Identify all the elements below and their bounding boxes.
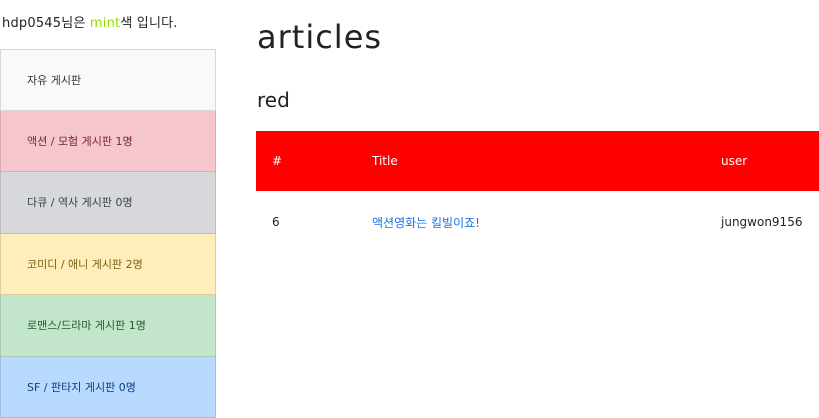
sidebar-item-sf-fantasy[interactable]: SF / 판타지 게시판 0명 (0, 357, 216, 418)
sidebar-item-label: SF / 판타지 게시판 0명 (27, 379, 136, 395)
sidebar-item-romance-drama[interactable]: 로맨스/드라마 게시판 1명 (0, 295, 216, 357)
board-color-subtitle: red (257, 88, 290, 112)
page-title: articles (257, 18, 382, 56)
board-sidebar: 자유 게시판 액션 / 모험 게시판 1명 다큐 / 역사 게시판 0명 코미디… (0, 49, 216, 418)
article-author: jungwon9156 (721, 215, 819, 229)
sidebar-item-label: 코미디 / 애니 게시판 2명 (27, 256, 143, 272)
sidebar-item-label: 액션 / 모험 게시판 1명 (27, 133, 133, 149)
sidebar-item-action-adventure[interactable]: 액션 / 모험 게시판 1명 (0, 111, 216, 173)
sidebar-item-free-board[interactable]: 자유 게시판 (0, 49, 216, 111)
sidebar-item-comedy-anime[interactable]: 코미디 / 애니 게시판 2명 (0, 234, 216, 296)
sidebar-item-label: 다큐 / 역사 게시판 0명 (27, 194, 133, 210)
articles-table: # Title user 6 액션영화는 킬빌이죠! jungwon9156 (256, 131, 819, 253)
sidebar-item-label: 자유 게시판 (27, 72, 81, 88)
greeting-suffix: 색 입니다. (120, 16, 177, 31)
sidebar-item-label: 로맨스/드라마 게시판 1명 (27, 317, 146, 333)
article-title-link[interactable]: 액션영화는 킬빌이죠! (372, 216, 480, 230)
greeting-color-word: mint (90, 16, 120, 31)
column-header-user: user (721, 154, 819, 168)
greeting-prefix: hdp0545님은 (2, 16, 90, 31)
column-header-number: # (256, 154, 372, 168)
table-row: 6 액션영화는 킬빌이죠! jungwon9156 (256, 191, 819, 253)
column-header-title: Title (372, 154, 721, 168)
table-header: # Title user (256, 131, 819, 191)
article-number: 6 (256, 215, 372, 229)
user-greeting: hdp0545님은 mint색 입니다. (2, 12, 178, 31)
sidebar-item-documentary-history[interactable]: 다큐 / 역사 게시판 0명 (0, 172, 216, 234)
